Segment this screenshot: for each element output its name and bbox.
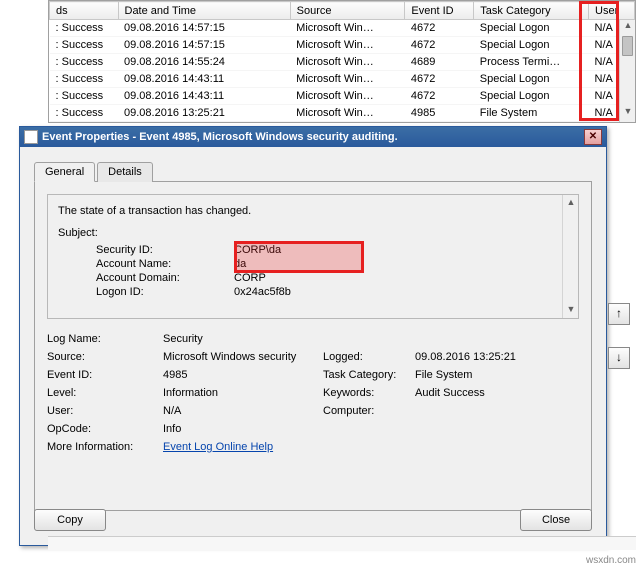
cell-src: Microsoft Win… [290, 37, 405, 54]
logname-value: Security [163, 333, 323, 345]
col-eventid[interactable]: Event ID [405, 2, 474, 20]
dialog-icon [24, 130, 38, 144]
scroll-up-icon[interactable]: ▲ [620, 20, 636, 36]
copy-button[interactable]: Copy [34, 509, 106, 531]
cell-dt: 09.08.2016 14:57:15 [118, 37, 290, 54]
col-source[interactable]: Source [290, 2, 405, 20]
computer-label: Computer: [323, 405, 415, 417]
scroll-down-icon[interactable]: ▼ [620, 106, 636, 122]
user-label: User: [47, 405, 163, 417]
eventid-label: Event ID: [47, 369, 163, 381]
cell-src: Microsoft Win… [290, 54, 405, 71]
logname-label: Log Name: [47, 333, 163, 345]
event-properties-dialog: Event Properties - Event 4985, Microsoft… [19, 126, 607, 546]
col-user[interactable]: User [589, 2, 635, 20]
dialog-title: Event Properties - Event 4985, Microsoft… [42, 131, 584, 143]
cell-kw: : Success [50, 37, 119, 54]
cell-kw: : Success [50, 88, 119, 105]
cell-kw: : Success [50, 20, 119, 37]
cell-kw: : Success [50, 71, 119, 88]
cell-src: Microsoft Win… [290, 88, 405, 105]
cell-dt: 09.08.2016 14:55:24 [118, 54, 290, 71]
event-log-help-link[interactable]: Event Log Online Help [163, 441, 273, 453]
cell-src: Microsoft Win… [290, 71, 405, 88]
next-event-button[interactable]: ↓ [608, 347, 630, 369]
account-domain-value: CORP [234, 271, 266, 285]
cell-cat: Special Logon [474, 20, 589, 37]
close-button[interactable]: Close [520, 509, 592, 531]
cell-cat: File System [474, 105, 589, 122]
user-value: N/A [163, 405, 323, 417]
moreinfo-label: More Information: [47, 441, 163, 453]
cell-dt: 09.08.2016 13:25:21 [118, 105, 290, 122]
table-row[interactable]: : Success09.08.2016 13:25:21Microsoft Wi… [50, 105, 635, 122]
level-value: Information [163, 387, 323, 399]
event-message: The state of a transaction has changed. [58, 205, 572, 217]
table-header-row: ds Date and Time Source Event ID Task Ca… [50, 2, 635, 20]
logged-label: Logged: [323, 351, 415, 363]
cell-eid: 4672 [405, 71, 474, 88]
col-keywords[interactable]: ds [50, 2, 119, 20]
keywords-value: Audit Success [415, 387, 579, 399]
security-id-label: Security ID: [96, 243, 234, 257]
taskcategory-label: Task Category: [323, 369, 415, 381]
logged-value: 09.08.2016 13:25:21 [415, 351, 579, 363]
table-row[interactable]: : Success09.08.2016 14:43:11Microsoft Wi… [50, 88, 635, 105]
scroll-down-icon[interactable]: ▼ [563, 302, 579, 318]
source-value: Microsoft Windows security [163, 351, 323, 363]
logon-id-label: Logon ID: [96, 285, 234, 299]
cell-eid: 4985 [405, 105, 474, 122]
taskcategory-value: File System [415, 369, 579, 381]
scroll-thumb[interactable] [622, 36, 633, 56]
col-taskcategory[interactable]: Task Category [474, 2, 589, 20]
cell-src: Microsoft Win… [290, 20, 405, 37]
subject-heading: Subject: [58, 227, 572, 239]
tab-panel-general: The state of a transaction has changed. … [34, 181, 592, 511]
cell-eid: 4672 [405, 37, 474, 54]
logon-id-value: 0x24ac5f8b [234, 285, 291, 299]
cell-cat: Special Logon [474, 37, 589, 54]
highlight-subject-values [234, 241, 364, 273]
opcode-label: OpCode: [47, 423, 163, 435]
cell-eid: 4672 [405, 88, 474, 105]
eventid-value: 4985 [163, 369, 323, 381]
computer-value [415, 405, 579, 417]
dialog-titlebar[interactable]: Event Properties - Event 4985, Microsoft… [20, 127, 606, 147]
tab-general[interactable]: General [34, 162, 95, 182]
cell-eid: 4689 [405, 54, 474, 71]
cell-cat: Special Logon [474, 71, 589, 88]
cell-kw: : Success [50, 105, 119, 122]
table-row[interactable]: : Success09.08.2016 14:57:15Microsoft Wi… [50, 37, 635, 54]
level-label: Level: [47, 387, 163, 399]
table-row[interactable]: : Success09.08.2016 14:55:24Microsoft Wi… [50, 54, 635, 71]
table-row[interactable]: : Success09.08.2016 14:57:15Microsoft Wi… [50, 20, 635, 37]
cell-dt: 09.08.2016 14:57:15 [118, 20, 290, 37]
message-scrollbar[interactable]: ▲ ▼ [562, 195, 578, 318]
source-label: Source: [47, 351, 163, 363]
event-properties-grid: Log Name: Security Source: Microsoft Win… [47, 333, 579, 453]
cell-kw: : Success [50, 54, 119, 71]
account-domain-label: Account Domain: [96, 271, 234, 285]
opcode-value: Info [163, 423, 323, 435]
account-name-label: Account Name: [96, 257, 234, 271]
cell-eid: 4672 [405, 20, 474, 37]
col-datetime[interactable]: Date and Time [118, 2, 290, 20]
close-icon[interactable]: ✕ [584, 129, 602, 145]
event-message-frame: The state of a transaction has changed. … [47, 194, 579, 319]
footer-strip [48, 536, 636, 550]
cell-dt: 09.08.2016 14:43:11 [118, 71, 290, 88]
cell-src: Microsoft Win… [290, 105, 405, 122]
event-list: ds Date and Time Source Event ID Task Ca… [48, 0, 636, 123]
table-row[interactable]: : Success09.08.2016 14:43:11Microsoft Wi… [50, 71, 635, 88]
cell-cat: Process Termi… [474, 54, 589, 71]
tab-details[interactable]: Details [97, 162, 153, 182]
prev-event-button[interactable]: ↑ [608, 303, 630, 325]
table-scrollbar[interactable]: ▲ ▼ [619, 20, 635, 122]
cell-dt: 09.08.2016 14:43:11 [118, 88, 290, 105]
cell-cat: Special Logon [474, 88, 589, 105]
watermark: wsxdn.com [586, 555, 636, 566]
scroll-up-icon[interactable]: ▲ [563, 195, 579, 211]
keywords-label: Keywords: [323, 387, 415, 399]
